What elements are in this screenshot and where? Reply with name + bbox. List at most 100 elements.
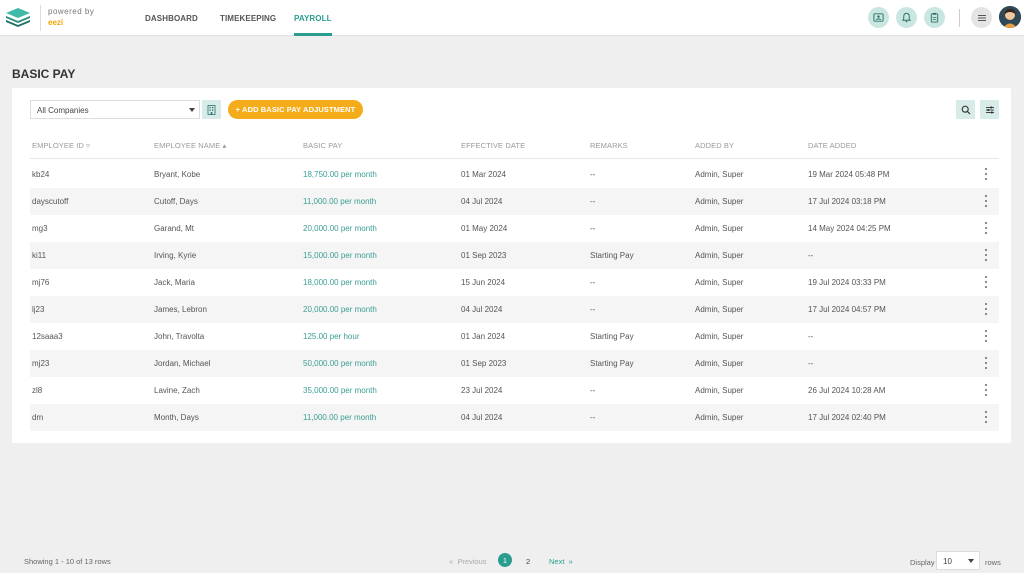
next-page-button[interactable]: Next »: [549, 557, 573, 566]
cell-basic-pay-link[interactable]: 15,000.00 per month: [303, 251, 377, 260]
company-select[interactable]: All Companies: [30, 100, 200, 119]
cell-date-added: --: [808, 359, 814, 368]
cell-employee-name: Month, Days: [154, 413, 199, 422]
cell-employee-id: ki11: [32, 251, 47, 260]
cell-basic-pay-link[interactable]: 20,000.00 per month: [303, 224, 377, 233]
row-actions-icon[interactable]: [984, 303, 987, 315]
nav-timekeeping[interactable]: TIMEKEEPING: [220, 14, 276, 23]
cell-employee-id: mj76: [32, 278, 50, 287]
table-row[interactable]: 12saaa3 John, Travolta 125.00 per hour 0…: [30, 323, 999, 350]
cell-basic-pay-link[interactable]: 18,000.00 per month: [303, 278, 377, 287]
id-card-button[interactable]: [868, 7, 889, 28]
row-actions-icon[interactable]: [984, 330, 987, 342]
page-1-button[interactable]: 1: [498, 553, 512, 567]
page-2-button[interactable]: 2: [526, 557, 530, 566]
sort-down-icon: ▿: [86, 141, 91, 150]
nav-dashboard[interactable]: DASHBOARD: [145, 14, 198, 23]
table-row[interactable]: mj76 Jack, Maria 18,000.00 per month 15 …: [30, 269, 999, 296]
cell-remarks: --: [590, 224, 596, 233]
cell-employee-name: John, Travolta: [154, 332, 205, 341]
cell-added-by: Admin, Super: [695, 278, 744, 287]
row-actions-icon[interactable]: [984, 222, 987, 234]
cell-date-added: 17 Jul 2024 04:57 PM: [808, 305, 886, 314]
brand-name: eezi: [48, 18, 64, 27]
menu-button[interactable]: [971, 7, 992, 28]
header-added-by[interactable]: ADDED BY: [695, 141, 734, 150]
row-actions-icon[interactable]: [984, 357, 987, 369]
cell-employee-name: Bryant, Kobe: [154, 170, 201, 179]
row-actions-icon[interactable]: [984, 276, 987, 288]
bell-icon: [901, 12, 912, 23]
table-row[interactable]: mg3 Garand, Mt 20,000.00 per month 01 Ma…: [30, 215, 999, 242]
previous-page-button[interactable]: « Previous: [449, 557, 487, 566]
display-label: Display: [910, 558, 935, 567]
cell-basic-pay-link[interactable]: 18,750.00 per month: [303, 170, 377, 179]
row-actions-icon[interactable]: [984, 168, 987, 180]
table-row[interactable]: ki11 Irving, Kyrie 15,000.00 per month 0…: [30, 242, 999, 269]
cell-basic-pay-link[interactable]: 50,000.00 per month: [303, 359, 377, 368]
header-effective-date[interactable]: EFFECTIVE DATE: [461, 141, 525, 150]
cell-employee-id: mg3: [32, 224, 48, 233]
header-date-added[interactable]: DATE ADDED: [808, 141, 856, 150]
cell-remarks: --: [590, 170, 596, 179]
cell-added-by: Admin, Super: [695, 197, 744, 206]
caret-down-icon: [968, 559, 974, 563]
table-row[interactable]: dm Month, Days 11,000.00 per month 04 Ju…: [30, 404, 999, 431]
cell-remarks: --: [590, 305, 596, 314]
cell-effective-date: 01 Sep 2023: [461, 359, 507, 368]
clipboard-button[interactable]: [924, 7, 945, 28]
rows-per-page-value: 10: [943, 557, 952, 566]
header-employee-name-label: EMPLOYEE NAME: [154, 141, 221, 150]
row-actions-icon[interactable]: [984, 384, 987, 396]
notifications-button[interactable]: [896, 7, 917, 28]
next-label: Next: [549, 557, 565, 566]
cell-remarks: Starting Pay: [590, 251, 634, 260]
rows-per-page-select[interactable]: 10: [936, 551, 980, 570]
cell-employee-name: Jack, Maria: [154, 278, 195, 287]
row-actions-icon[interactable]: [984, 411, 987, 423]
table-row[interactable]: mj23 Jordan, Michael 50,000.00 per month…: [30, 350, 999, 377]
table-row[interactable]: lj23 James, Lebron 20,000.00 per month 0…: [30, 296, 999, 323]
table-row[interactable]: kb24 Bryant, Kobe 18,750.00 per month 01…: [30, 161, 999, 188]
header-employee-name[interactable]: EMPLOYEE NAME ▴: [154, 141, 226, 150]
cell-remarks: --: [590, 278, 596, 287]
cell-remarks: --: [590, 386, 596, 395]
eezi-logo-icon[interactable]: [4, 7, 32, 29]
cell-employee-name: Lavine, Zach: [154, 386, 200, 395]
filter-settings-button[interactable]: [980, 100, 999, 119]
avatar[interactable]: [999, 6, 1021, 28]
search-button[interactable]: [956, 100, 975, 119]
add-basic-pay-adjustment-button[interactable]: + ADD BASIC PAY ADJUSTMENT: [228, 100, 363, 119]
table-row[interactable]: dayscutoff Cutoff, Days 11,000.00 per mo…: [30, 188, 999, 215]
double-chevron-left-icon: «: [449, 557, 454, 566]
rows-label: rows: [985, 558, 1001, 567]
cell-date-added: --: [808, 251, 814, 260]
search-icon: [961, 105, 970, 114]
table-row[interactable]: zl8 Lavine, Zach 35,000.00 per month 23 …: [30, 377, 999, 404]
double-chevron-right-icon: »: [568, 557, 573, 566]
caret-down-icon: [189, 108, 195, 112]
cell-basic-pay-link[interactable]: 20,000.00 per month: [303, 305, 377, 314]
row-actions-icon[interactable]: [984, 249, 987, 261]
cell-basic-pay-link[interactable]: 35,000.00 per month: [303, 386, 377, 395]
nav-payroll[interactable]: PAYROLL: [294, 14, 332, 23]
user-avatar-icon: [999, 6, 1021, 28]
cell-effective-date: 01 May 2024: [461, 224, 508, 233]
cell-employee-id: kb24: [32, 170, 50, 179]
company-filter-button[interactable]: [202, 100, 221, 119]
cell-employee-id: mj23: [32, 359, 50, 368]
row-actions-icon[interactable]: [984, 195, 987, 207]
cell-employee-id: zl8: [32, 386, 43, 395]
cell-basic-pay-link[interactable]: 125.00 per hour: [303, 332, 360, 341]
header-remarks[interactable]: REMARKS: [590, 141, 628, 150]
cell-employee-name: Garand, Mt: [154, 224, 195, 233]
header-basic-pay[interactable]: BASIC PAY: [303, 141, 342, 150]
cell-basic-pay-link[interactable]: 11,000.00 per month: [303, 197, 376, 206]
cell-employee-name: Cutoff, Days: [154, 197, 198, 206]
header-employee-id[interactable]: EMPLOYEE ID ▿: [32, 141, 90, 150]
basic-pay-card: All Companies + ADD BASIC PAY ADJUSTMENT…: [12, 88, 1011, 443]
cell-basic-pay-link[interactable]: 11,000.00 per month: [303, 413, 376, 422]
cell-employee-name: James, Lebron: [154, 305, 207, 314]
cell-added-by: Admin, Super: [695, 224, 744, 233]
previous-label: Previous: [457, 557, 487, 566]
